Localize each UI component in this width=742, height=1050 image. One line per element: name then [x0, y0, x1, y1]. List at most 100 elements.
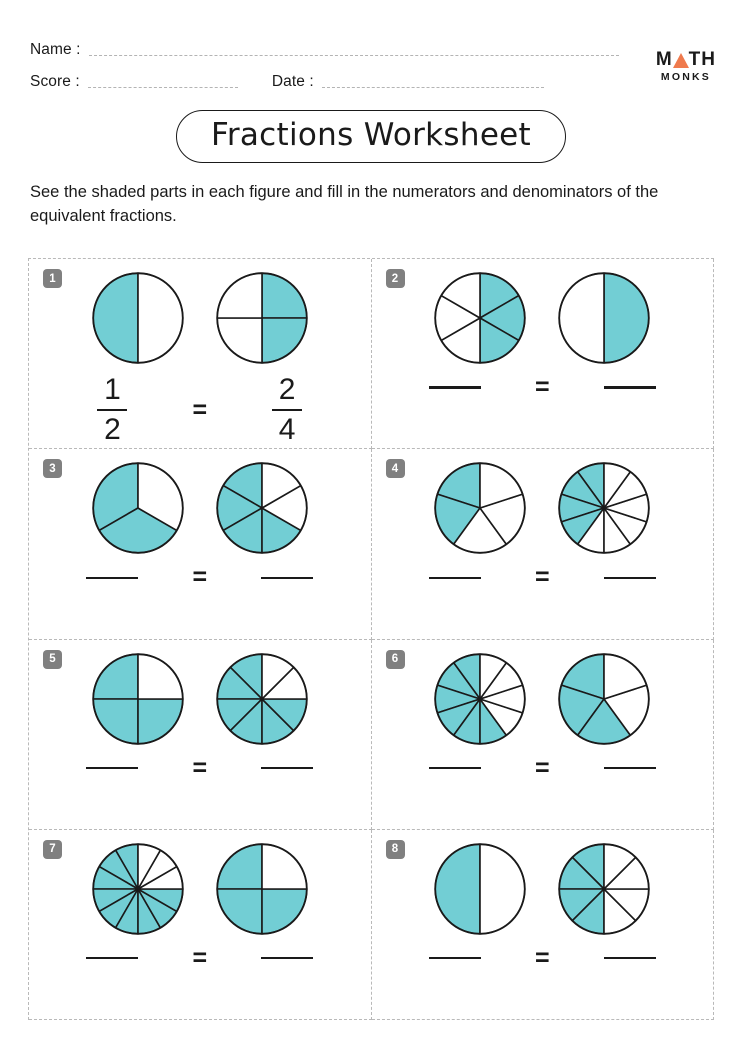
- problem-cell: 4 =: [371, 449, 714, 640]
- right-answer-blank[interactable]: [261, 957, 314, 960]
- problem-number-badge: 2: [385, 269, 405, 288]
- right-answer-slot[interactable]: [584, 576, 676, 579]
- right-answer-blank[interactable]: [603, 576, 656, 579]
- left-answer-slot[interactable]: [66, 766, 158, 770]
- problem-cell: 6 =: [371, 639, 714, 830]
- score-input[interactable]: [87, 87, 238, 88]
- logo-text-left: M: [655, 49, 673, 70]
- left-answer-slot[interactable]: [66, 576, 158, 579]
- left-answer-blank[interactable]: [86, 576, 139, 579]
- left-answer-slot[interactable]: [409, 766, 501, 770]
- equals-sign: =: [192, 395, 208, 424]
- logo-subtext: MONKS: [660, 71, 711, 83]
- right-answer-slot[interactable]: 24: [241, 375, 333, 445]
- right-pie-chart: [215, 652, 309, 746]
- equals-sign: =: [534, 563, 550, 592]
- problem-number-badge: 6: [385, 649, 405, 669]
- left-pie-chart: [91, 271, 185, 365]
- answer-row: =: [29, 945, 371, 971]
- figure-pair: [433, 842, 651, 936]
- right-answer-slot[interactable]: [241, 766, 333, 770]
- right-answer-blank[interactable]: [261, 766, 314, 770]
- left-pie-chart: [433, 461, 527, 555]
- answer-row: =: [29, 565, 371, 590]
- equals-sign: =: [192, 753, 208, 782]
- left-answer-slot[interactable]: [66, 957, 158, 960]
- equals-sign: =: [192, 563, 208, 592]
- left-answer-blank[interactable]: [428, 957, 481, 960]
- answer-row: =: [372, 943, 714, 972]
- right-answer-blank[interactable]: [603, 957, 656, 960]
- answer-row: =: [372, 753, 714, 782]
- left-answer-slot[interactable]: [409, 576, 501, 579]
- score-label: Score :: [30, 73, 80, 90]
- left-pie-chart: [91, 842, 185, 936]
- right-answer-denominator: 4: [278, 413, 296, 447]
- left-answer-slot[interactable]: [409, 957, 501, 960]
- problem-number-badge: 5: [43, 649, 62, 669]
- score-date-field-row: Score : Date :: [30, 60, 712, 92]
- problem-cell: 5 =: [29, 639, 372, 830]
- left-answer-denominator: 2: [104, 413, 121, 447]
- right-pie-chart: [215, 842, 309, 936]
- problem-number-badge: 3: [43, 459, 62, 479]
- logo-text-right: TH: [688, 49, 716, 70]
- left-answer-fraction-bar: [97, 409, 128, 412]
- worksheet-page: Name : Score : Date : M TH MONKS Fractio…: [0, 0, 742, 1050]
- problem-number-badge: 8: [385, 839, 405, 859]
- worksheet-header: Name : Score : Date : M TH MONKS: [0, 0, 742, 92]
- right-answer-blank[interactable]: [603, 386, 656, 389]
- figure-pair: [433, 652, 651, 746]
- problem-grid: 1 1 2 = 2 4 2 = 3 = 4 = 5 = 6 = 7 = 8 =: [28, 258, 714, 1020]
- left-answer-blank[interactable]: [428, 576, 481, 579]
- right-answer-numerator: 2: [278, 373, 296, 406]
- left-pie-chart: [91, 652, 185, 746]
- equals-sign: =: [534, 373, 550, 401]
- left-answer-slot[interactable]: 12: [66, 375, 158, 445]
- problem-number-badge: 4: [385, 459, 405, 479]
- left-answer-blank[interactable]: [428, 766, 481, 770]
- figure-pair: [91, 842, 309, 936]
- date-label: Date :: [271, 73, 314, 90]
- left-answer-blank[interactable]: [86, 766, 139, 770]
- answer-row: =: [372, 375, 714, 400]
- right-answer-blank[interactable]: [261, 576, 314, 579]
- triangle-icon: [672, 53, 689, 68]
- mathmonks-logo: M TH MONKS: [656, 50, 716, 83]
- left-answer-blank[interactable]: [86, 957, 139, 960]
- right-answer-fraction-bar: [272, 409, 303, 412]
- problem-number-badge: 1: [43, 269, 62, 288]
- right-pie-chart: [557, 652, 651, 746]
- problem-cell: 1 1 2 = 2 4: [29, 259, 372, 450]
- right-pie-chart: [215, 461, 309, 555]
- equals-sign: =: [534, 943, 550, 972]
- problem-cell: 7 =: [29, 829, 372, 1020]
- right-answer-slot[interactable]: [241, 576, 333, 579]
- problem-cell: 8 =: [371, 829, 714, 1020]
- right-answer-slot[interactable]: [584, 957, 676, 960]
- figure-pair: [91, 271, 309, 365]
- equals-sign: =: [534, 753, 550, 782]
- left-pie-chart: [433, 842, 527, 936]
- right-answer-slot[interactable]: [241, 957, 333, 960]
- right-answer-blank[interactable]: [603, 766, 656, 770]
- left-answer-slot[interactable]: [409, 386, 501, 389]
- right-answer-fraction: 24: [272, 373, 303, 447]
- problem-cell: 3 =: [29, 449, 372, 640]
- right-answer-slot[interactable]: [584, 766, 676, 770]
- title-area: Fractions Worksheet: [0, 110, 742, 163]
- right-pie-chart: [557, 461, 651, 555]
- left-answer-blank[interactable]: [428, 386, 481, 389]
- figure-pair: [91, 652, 309, 746]
- date-input[interactable]: [321, 87, 544, 88]
- figure-pair: [433, 461, 651, 555]
- left-answer-fraction: 12: [97, 373, 128, 447]
- left-answer-numerator: 1: [104, 373, 121, 406]
- left-pie-chart: [433, 271, 527, 365]
- left-pie-chart: [433, 652, 527, 746]
- figure-pair: [91, 461, 309, 555]
- right-pie-chart: [557, 842, 651, 936]
- figure-pair: [433, 271, 651, 365]
- right-answer-slot[interactable]: [584, 386, 676, 389]
- name-input[interactable]: [88, 55, 619, 56]
